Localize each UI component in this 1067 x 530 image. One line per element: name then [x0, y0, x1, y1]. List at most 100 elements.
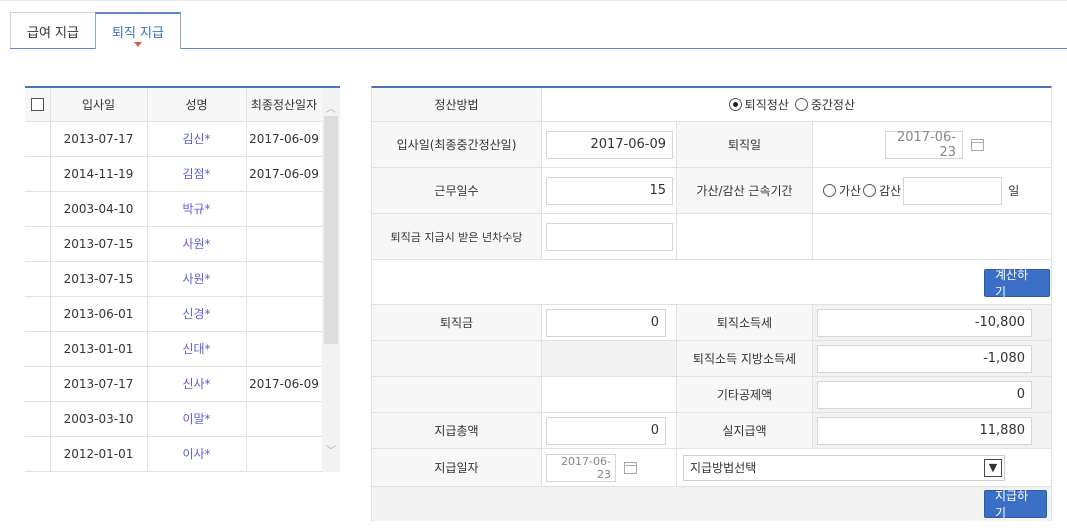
row-join-date: 2013-07-17 — [50, 121, 148, 157]
workdays-input[interactable]: 15 — [546, 176, 673, 205]
adjust-unit: 일 — [1008, 184, 1020, 198]
row-last-settlement — [246, 436, 323, 472]
table-row[interactable]: 2013-06-01 신경* — [25, 296, 323, 332]
paydate-label: 지급일자 — [372, 449, 542, 486]
other-deduction-input[interactable]: 0 — [817, 380, 1032, 409]
scroll-up-icon[interactable]: ︿ — [322, 98, 340, 116]
table-row[interactable]: 2013-01-01 신대* — [25, 331, 323, 367]
retire-date-cell: 2017-06-23 — [813, 122, 1051, 167]
adjust-days-input[interactable] — [903, 176, 1003, 205]
empty-label-cell — [372, 377, 542, 412]
row-last-settlement — [246, 331, 323, 367]
row-join-date: 2013-07-15 — [50, 226, 148, 262]
join-date-label: 입사일(최종중간정산일) — [372, 122, 542, 167]
top-divider — [0, 0, 1067, 1]
local-tax-input[interactable]: -1,080 — [817, 344, 1032, 373]
income-tax-input[interactable]: -10,800 — [817, 308, 1032, 337]
table-row[interactable]: 2013-07-15 사원* — [25, 226, 323, 262]
retire-date-input[interactable]: 2017-06-23 — [885, 130, 963, 160]
row-name[interactable]: 사원* — [147, 261, 247, 297]
row-name[interactable]: 이말* — [147, 401, 247, 437]
tab-salary-payment[interactable]: 급여 지급 — [10, 12, 96, 49]
method-label: 정산방법 — [372, 88, 542, 121]
table-row[interactable]: 2013-07-17 김신* 2017-06-09 — [25, 121, 323, 157]
severance-input[interactable]: 0 — [546, 308, 666, 337]
row-join-date: 2012-01-01 — [50, 436, 148, 472]
method-options: 퇴직정산 중간정산 — [542, 88, 1051, 121]
row-checkbox-cell — [25, 121, 51, 157]
empty-label-cell — [372, 341, 542, 376]
row-checkbox-cell — [25, 366, 51, 402]
table-row[interactable]: 2013-07-15 사원* — [25, 261, 323, 297]
workdays-cell: 15 — [542, 168, 677, 213]
row-join-date: 2013-06-01 — [50, 296, 148, 332]
employee-list: 입사일 성명 최종정산일자 2013-07-17 김신* 2017-06-09 201… — [25, 86, 340, 472]
empty-gray-cell — [542, 341, 677, 376]
calendar-icon[interactable] — [624, 461, 637, 474]
total-label: 지급총액 — [372, 413, 542, 448]
row-name[interactable]: 김신* — [147, 121, 247, 157]
annual-allowance-row: 퇴직금 지급시 받은 년차수당 — [372, 214, 1051, 260]
empty-cell — [677, 214, 813, 259]
row-name[interactable]: 신대* — [147, 331, 247, 367]
row-join-date: 2003-04-10 — [50, 191, 148, 227]
row-name[interactable]: 사원* — [147, 226, 247, 262]
row-last-settlement: 2017-06-09 — [246, 121, 323, 157]
tab-bar: 급여 지급 퇴직 지급 — [10, 12, 181, 49]
net-pay-cell: 11,880 — [813, 413, 1051, 448]
row-last-settlement — [246, 226, 323, 262]
row-name[interactable]: 이사* — [147, 436, 247, 472]
total-input[interactable]: 0 — [546, 416, 666, 445]
pay-button[interactable]: 지급하기 — [984, 489, 1047, 520]
calendar-icon[interactable] — [971, 138, 984, 151]
severance-row: 퇴직금 0 퇴직소득세 -10,800 — [372, 305, 1051, 341]
row-checkbox-cell — [25, 226, 51, 262]
employee-table: 입사일 성명 최종정산일자 2013-07-17 김신* 2017-06-09 201… — [25, 88, 323, 472]
table-row[interactable]: 2003-04-10 박규* — [25, 191, 323, 227]
adjust-sub-radio[interactable] — [863, 184, 877, 197]
row-join-date: 2013-07-17 — [50, 366, 148, 402]
net-pay-input[interactable]: 11,880 — [817, 416, 1032, 445]
scroll-thumb[interactable] — [324, 116, 338, 344]
adjust-add-text: 가산 — [839, 184, 862, 198]
method-middle-radio[interactable] — [794, 98, 808, 111]
table-row[interactable]: 2012-01-01 이사* — [25, 436, 323, 472]
adjust-sub-text: 감산 — [879, 184, 902, 198]
header-last-settlement: 최종정산일자 — [246, 88, 323, 122]
list-scrollbar[interactable]: ︿ ﹀ — [322, 88, 340, 472]
paymethod-cell: 지급방법선택 ▼ — [677, 449, 1051, 486]
local-tax-label: 퇴직소득 지방소득세 — [677, 341, 813, 376]
scroll-down-icon[interactable]: ﹀ — [322, 440, 340, 458]
join-date-input[interactable]: 2017-06-09 — [546, 130, 673, 159]
table-header-row: 입사일 성명 최종정산일자 — [25, 88, 323, 122]
annual-allowance-label: 퇴직금 지급시 받은 년차수당 — [372, 214, 542, 259]
row-name[interactable]: 신경* — [147, 296, 247, 332]
paydate-input[interactable]: 2017-06-23 — [546, 453, 616, 482]
other-deduction-cell: 0 — [813, 377, 1051, 412]
table-row[interactable]: 2013-07-17 신사* 2017-06-09 — [25, 366, 323, 402]
row-name[interactable]: 박규* — [147, 191, 247, 227]
empty-cell — [813, 214, 1051, 259]
calculate-button[interactable]: 계산하기 — [984, 268, 1050, 299]
tab-retirement-payment[interactable]: 퇴직 지급 — [94, 12, 181, 49]
other-deduction-label: 기타공제액 — [677, 377, 813, 412]
row-name[interactable]: 신사* — [147, 366, 247, 402]
method-middle-text: 중간정산 — [810, 98, 855, 112]
retire-date-label: 퇴직일 — [677, 122, 813, 167]
join-date-cell: 2017-06-09 — [542, 122, 677, 167]
chevron-down-icon[interactable]: ▼ — [984, 458, 1002, 477]
table-row[interactable]: 2014-11-19 김점* 2017-06-09 — [25, 156, 323, 192]
select-all-checkbox[interactable] — [30, 98, 44, 112]
totals-row: 지급총액 0 실지급액 11,880 — [372, 413, 1051, 449]
row-join-date: 2014-11-19 — [50, 156, 148, 192]
annual-allowance-cell — [542, 214, 677, 259]
paymethod-select[interactable]: 지급방법선택 ▼ — [683, 454, 1005, 481]
row-checkbox-cell — [25, 296, 51, 332]
row-checkbox-cell — [25, 191, 51, 227]
method-retire-radio[interactable] — [728, 98, 742, 111]
select-all-cell — [25, 88, 51, 122]
table-row[interactable]: 2003-03-10 이말* — [25, 401, 323, 437]
annual-allowance-input[interactable] — [546, 222, 673, 251]
adjust-add-radio[interactable] — [823, 184, 836, 197]
row-name[interactable]: 김점* — [147, 156, 247, 192]
